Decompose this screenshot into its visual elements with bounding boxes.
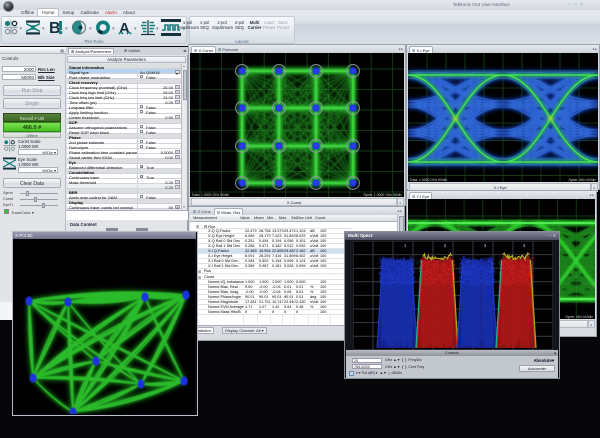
svg-text:B: B bbox=[49, 20, 61, 36]
